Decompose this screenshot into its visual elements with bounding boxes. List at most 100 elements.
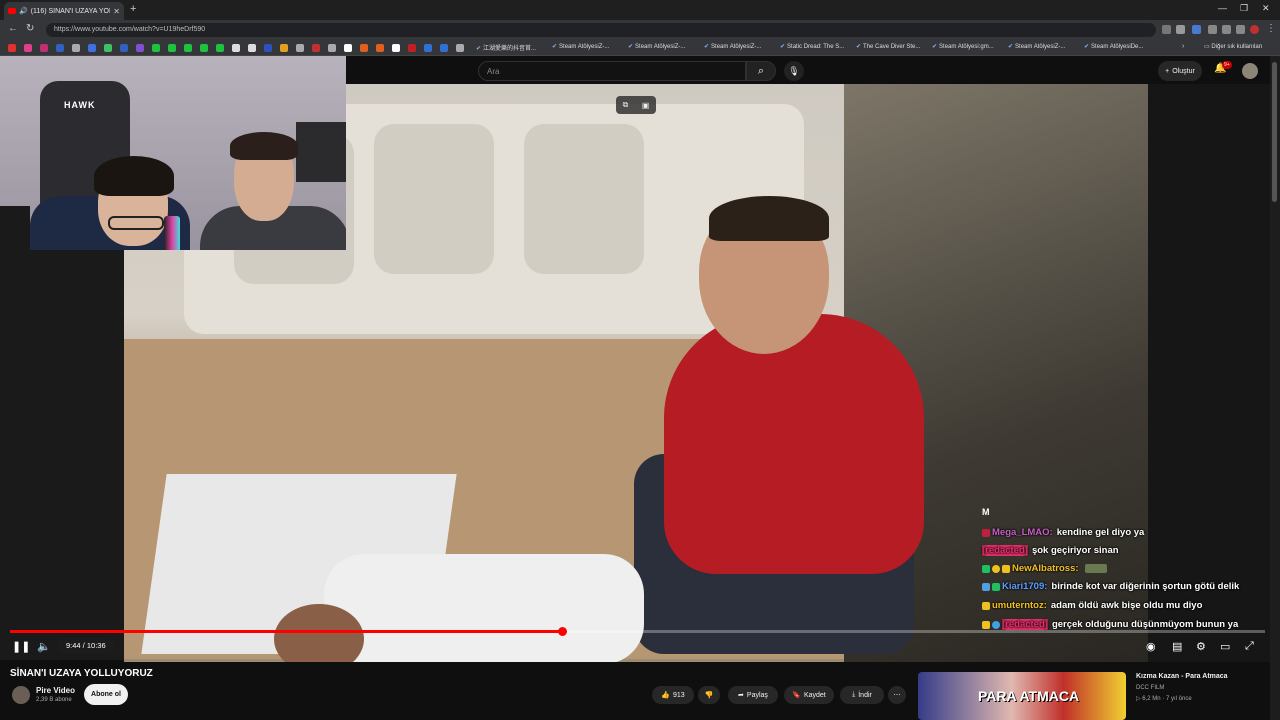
bookmark-icon[interactable] [248, 44, 256, 52]
browser-tab[interactable]: 🔊 (116) SİNAN'I UZAYA YOLLUYORUZ ✕ [4, 2, 124, 20]
bookmark-icon[interactable] [56, 44, 64, 52]
theater-mode-icon[interactable]: ▭ [1220, 640, 1230, 653]
like-count: 913 [673, 691, 685, 699]
bookmark-icon[interactable] [168, 44, 176, 52]
more-actions-button[interactable]: ⋯ [888, 686, 906, 704]
bookmark-link[interactable]: Steam AtölyesiZ-... [704, 43, 761, 50]
create-button[interactable]: + Oluştur [1158, 61, 1202, 81]
badge-icon [982, 564, 990, 573]
save-label: Kaydet [803, 691, 826, 699]
channel-avatar[interactable] [12, 686, 30, 704]
bookmark-icon[interactable] [360, 44, 368, 52]
bookmark-icon[interactable] [424, 44, 432, 52]
bookmark-link[interactable]: Static Dread: The S... [780, 43, 844, 50]
profile-icon[interactable] [1250, 25, 1259, 34]
chevron-right-icon[interactable]: › [1182, 43, 1184, 50]
bookmark-link[interactable]: Steam AtölyesiZ-... [628, 43, 685, 50]
user-avatar[interactable] [1242, 63, 1258, 79]
fullscreen-icon[interactable]: ⤢ [1245, 640, 1254, 653]
chat-message: Mega_LMAO: kendine gel diyo ya [982, 527, 1144, 538]
dislike-button[interactable]: 👎 [698, 686, 720, 704]
subtitles-icon[interactable]: ▤ [1172, 640, 1182, 653]
extension-icon[interactable] [1236, 25, 1245, 34]
bookmark-icon[interactable] [152, 44, 160, 52]
like-button[interactable]: 👍 913 [652, 686, 694, 704]
search-input[interactable]: Ara [478, 61, 746, 81]
tab-close-icon[interactable]: ✕ [113, 7, 120, 16]
pause-icon[interactable]: ❚❚ [12, 640, 30, 653]
bookmark-link[interactable]: Steam AtölyesiZ-... [1008, 43, 1065, 50]
badge-icon [992, 620, 1000, 629]
recommended-video-title[interactable]: Kızma Kazan - Para Atmaca [1136, 673, 1228, 680]
bookmark-icon[interactable] [280, 44, 288, 52]
window-close-icon[interactable]: ✕ [1262, 3, 1270, 14]
chat-message: NewAlbatross: [982, 563, 1107, 574]
download-button[interactable]: ⤓ İndir [840, 686, 884, 704]
search-button[interactable]: ⌕ [746, 61, 776, 81]
tab-title: (116) SİNAN'I UZAYA YOLLUYORUZ [30, 7, 111, 15]
bookmark-icon[interactable] [264, 44, 272, 52]
bookmark-icon[interactable] [344, 44, 352, 52]
autoplay-toggle-icon[interactable]: ◉ [1146, 640, 1156, 653]
bookmark-link[interactable]: Steam AtölyesiDe... [1084, 43, 1143, 50]
reload-icon[interactable]: ↻ [26, 23, 34, 34]
extension-icon[interactable] [1208, 25, 1217, 34]
save-button[interactable]: 🔖 Kaydet [784, 686, 834, 704]
extension-icon[interactable] [1162, 25, 1171, 34]
extension-icon[interactable] [1192, 25, 1201, 34]
subscribe-button[interactable]: Abone ol [84, 684, 128, 705]
volume-icon[interactable]: 🔈 [37, 640, 51, 653]
bookmark-icon[interactable] [8, 44, 16, 52]
bookmark-link[interactable]: 江湖愛樂的抖音首... [476, 43, 536, 52]
back-icon[interactable]: ← [8, 23, 18, 34]
bookmark-icon[interactable] [184, 44, 192, 52]
recommended-video-meta: ▷ 6,2 Mn · 7 yıl önce [1136, 696, 1192, 702]
chat-text: adam öldü awk bişe oldu mu diyo [1050, 600, 1203, 611]
emote-icon [1084, 564, 1107, 573]
webcam-overlay: HAWK [0, 56, 346, 250]
channel-name[interactable]: Pire Video [36, 686, 75, 695]
bookmark-icon[interactable] [216, 44, 224, 52]
miniplayer-icon[interactable]: ⧉ [623, 100, 629, 110]
bookmark-icon[interactable] [408, 44, 416, 52]
address-bar[interactable]: https://www.youtube.com/watch?v=U19heDrf… [46, 23, 1156, 37]
bookmark-icon[interactable] [24, 44, 32, 52]
extension-icon[interactable] [1222, 25, 1231, 34]
other-bookmarks[interactable]: ▭ Diğer sık kullanılan [1204, 43, 1262, 50]
pip-icon[interactable]: ▣ [642, 101, 650, 110]
bookmark-icon[interactable] [136, 44, 144, 52]
bookmark-icon[interactable] [328, 44, 336, 52]
bookmark-link[interactable]: Steam AtölyesiZ-... [552, 43, 609, 50]
bookmark-link[interactable]: The Cave Diver Ste... [856, 43, 920, 50]
chat-text: birinde kot var diğerinin şortun götü de… [1051, 581, 1240, 592]
minimize-icon[interactable]: — [1218, 3, 1227, 13]
new-tab-icon[interactable]: + [130, 3, 136, 15]
bookmark-icon[interactable] [392, 44, 400, 52]
progress-bar[interactable] [10, 627, 1265, 636]
recommended-video-thumbnail[interactable]: PARA ATMACA [918, 672, 1126, 720]
share-icon: ➦ [738, 692, 744, 699]
bookmark-icon[interactable] [456, 44, 464, 52]
subscriber-count: 2,39 B abone [36, 697, 72, 703]
scrollbar-thumb[interactable] [1272, 62, 1277, 202]
bookmark-icon[interactable] [440, 44, 448, 52]
share-button[interactable]: ➦ Paylaş [728, 686, 778, 704]
bookmark-icon[interactable] [40, 44, 48, 52]
bookmark-icon[interactable] [296, 44, 304, 52]
bookmark-icon[interactable] [312, 44, 320, 52]
bookmark-icon[interactable] [120, 44, 128, 52]
bookmark-icon[interactable] [376, 44, 384, 52]
voice-search-button[interactable]: 🎙 [784, 61, 804, 81]
recommended-video-channel[interactable]: DCC FILM [1136, 685, 1164, 691]
bookmark-star-icon[interactable] [1176, 25, 1185, 34]
menu-icon[interactable]: ⋮ [1266, 23, 1276, 34]
maximize-icon[interactable]: ❐ [1240, 3, 1248, 14]
settings-gear-icon[interactable]: ⚙ [1196, 640, 1206, 653]
bookmark-link[interactable]: Steam Atölyesi:gm... [932, 43, 994, 50]
bookmark-icon[interactable] [72, 44, 80, 52]
bookmark-icon[interactable] [88, 44, 96, 52]
bookmark-icon[interactable] [200, 44, 208, 52]
bookmark-icon[interactable] [104, 44, 112, 52]
bookmark-icon[interactable] [232, 44, 240, 52]
miniplayer-controls[interactable]: ⧉ ▣ [616, 96, 656, 114]
